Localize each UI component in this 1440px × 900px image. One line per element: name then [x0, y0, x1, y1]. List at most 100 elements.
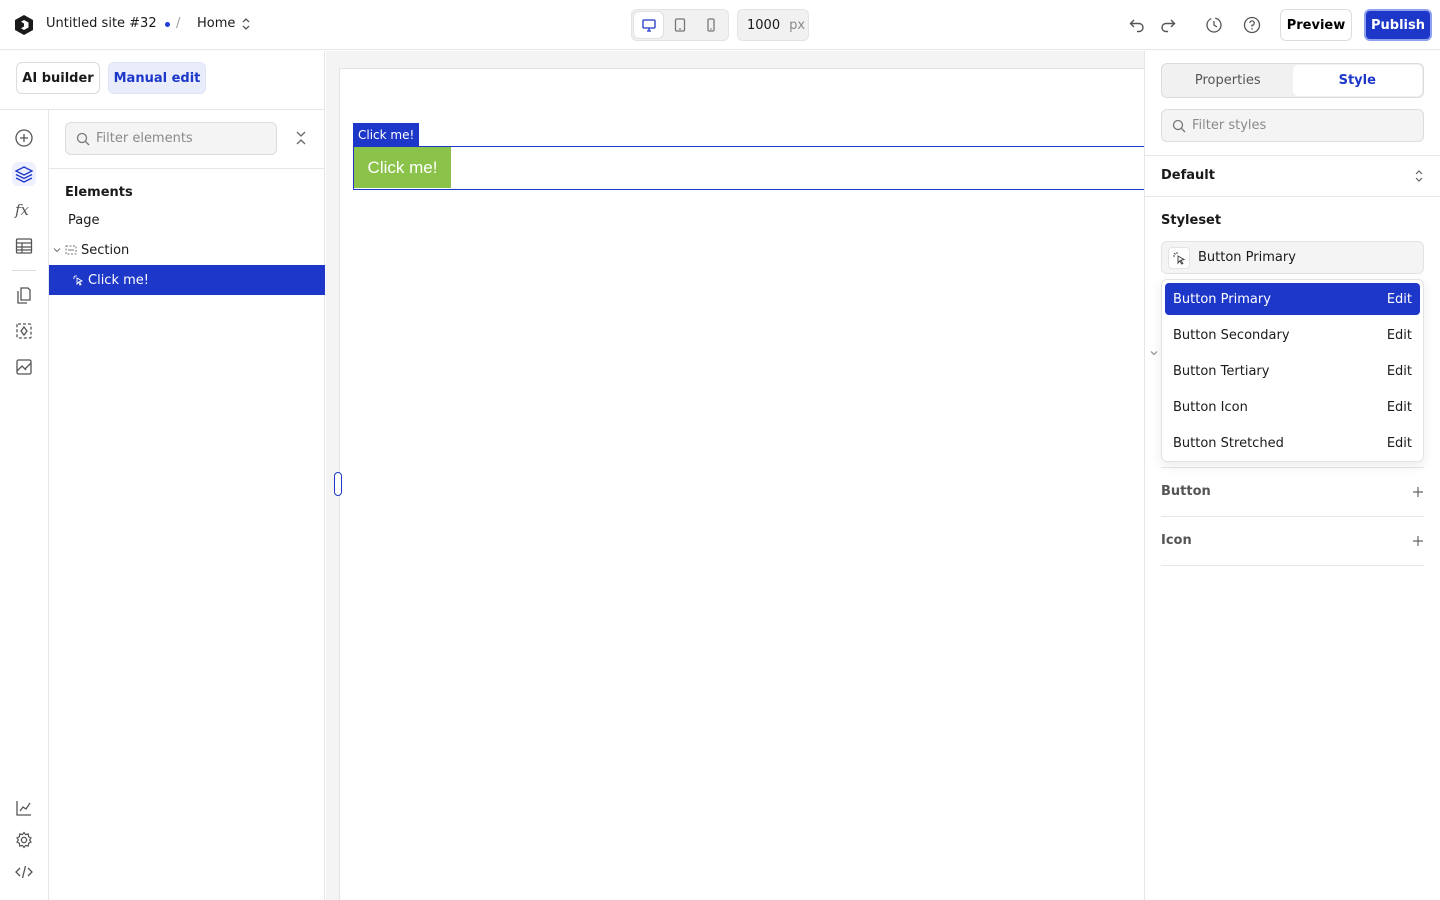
button-element-icon [1168, 246, 1190, 269]
page-name: Home [197, 16, 236, 31]
rail-divider [12, 270, 36, 271]
chevron-down-icon[interactable] [53, 246, 61, 254]
elements-title: Elements [65, 185, 133, 200]
tab-properties[interactable]: Properties [1163, 65, 1293, 96]
device-switcher [631, 9, 729, 41]
selection-label[interactable]: Click me! [353, 123, 420, 146]
option-label: Button Stretched [1173, 435, 1284, 451]
edit-link[interactable]: Edit [1387, 436, 1412, 451]
layers-icon[interactable] [12, 162, 36, 186]
top-bar: Untitled site #32 / Home 1000 px Preview… [0, 0, 1440, 50]
section-divider [1161, 516, 1424, 517]
pages-icon[interactable] [12, 283, 36, 307]
assets-icon[interactable] [12, 355, 36, 379]
tree-item-label: Click me! [88, 272, 149, 288]
state-value: Default [1161, 168, 1215, 183]
section-label: Button [1161, 484, 1211, 499]
edit-link[interactable]: Edit [1387, 364, 1412, 379]
canvas-resize-handle[interactable] [334, 472, 342, 496]
button-element-icon [73, 275, 84, 286]
panel-divider [1145, 155, 1440, 156]
styleset-title: Styleset [1161, 213, 1222, 228]
help-icon[interactable] [1242, 15, 1262, 35]
edit-link[interactable]: Edit [1387, 292, 1412, 307]
svg-text:fx: fx [14, 201, 30, 219]
undo-icon[interactable] [1127, 15, 1147, 35]
canvas-width-input[interactable]: 1000 px [737, 9, 809, 41]
styleset-option[interactable]: Button Icon Edit [1165, 391, 1420, 423]
state-selector[interactable]: Default [1161, 168, 1424, 183]
tablet-icon[interactable] [665, 12, 694, 38]
canvas-button[interactable]: Click me! [354, 147, 451, 188]
preview-button[interactable]: Preview [1280, 9, 1352, 41]
tree-item-label: Section [81, 242, 130, 258]
canvas-width-value: 1000 [747, 17, 781, 33]
option-label: Button Primary [1173, 291, 1271, 307]
tree-item-label: Page [68, 212, 100, 228]
filter-elements-input[interactable]: Filter elements [65, 122, 277, 155]
mode-switcher: AI builder Manual edit [0, 51, 325, 110]
chevron-updown-icon [1415, 169, 1423, 182]
option-label: Button Tertiary [1173, 363, 1270, 379]
unsaved-dot-icon [165, 22, 170, 27]
section-label: Icon [1161, 533, 1192, 548]
styleset-option[interactable]: Button Tertiary Edit [1165, 355, 1420, 387]
option-label: Button Secondary [1173, 327, 1290, 343]
tree-item-page[interactable]: Page [49, 205, 325, 235]
filter-styles-placeholder: Filter styles [1192, 118, 1267, 133]
filter-styles-input[interactable]: Filter styles [1161, 109, 1424, 142]
style-panel: Properties Style Filter styles Default S… [1144, 51, 1440, 900]
chevron-updown-icon [242, 17, 250, 30]
section-icon [65, 245, 77, 255]
code-icon[interactable] [12, 860, 36, 884]
option-label: Button Icon [1173, 399, 1248, 415]
panel-divider [1145, 196, 1440, 197]
edit-link[interactable]: Edit [1387, 400, 1412, 415]
search-icon [1172, 119, 1186, 132]
icon-section-header[interactable]: Icon [1161, 533, 1424, 548]
search-icon [76, 132, 90, 145]
canvas-page[interactable] [339, 68, 1144, 900]
tree-item-click-me[interactable]: Click me! [49, 265, 325, 295]
mobile-icon[interactable] [697, 12, 726, 38]
section-divider [1161, 565, 1424, 566]
styleset-select[interactable]: Button Primary [1161, 241, 1424, 274]
styleset-value: Button Primary [1198, 250, 1296, 265]
left-icon-rail: fx [0, 110, 49, 900]
breadcrumb-separator: / [176, 16, 181, 31]
desktop-icon[interactable] [634, 12, 664, 38]
logo-icon[interactable] [13, 14, 35, 36]
styleset-option[interactable]: Button Stretched Edit [1165, 427, 1420, 459]
panel-tabs: Properties Style [1161, 63, 1424, 98]
filter-elements-placeholder: Filter elements [96, 131, 193, 146]
canvas-width-unit: px [789, 17, 806, 33]
analytics-icon[interactable] [12, 796, 36, 820]
publish-button[interactable]: Publish [1364, 9, 1432, 41]
redo-icon[interactable] [1158, 15, 1178, 35]
plus-icon[interactable] [1412, 486, 1424, 498]
page-selector[interactable]: Home [197, 16, 251, 31]
add-icon[interactable] [12, 126, 36, 150]
elements-panel: Filter elements Elements Page Section Cl… [49, 110, 325, 900]
ai-builder-button[interactable]: AI builder [16, 62, 100, 94]
styleset-dropdown: Button Primary Edit Button Secondary Edi… [1161, 279, 1424, 462]
components-icon[interactable] [12, 319, 36, 343]
site-name[interactable]: Untitled site #32 [46, 16, 157, 31]
button-section-header[interactable]: Button [1161, 484, 1424, 499]
chevron-down-icon [1149, 348, 1159, 358]
selection-outline [353, 146, 1144, 190]
panel-divider [49, 168, 325, 169]
formula-icon[interactable]: fx [12, 198, 36, 222]
styleset-option[interactable]: Button Secondary Edit [1165, 319, 1420, 351]
history-icon[interactable] [1204, 15, 1224, 35]
styleset-option[interactable]: Button Primary Edit [1165, 283, 1420, 315]
manual-edit-button[interactable]: Manual edit [108, 62, 206, 94]
collapse-all-icon[interactable] [293, 130, 309, 146]
settings-icon[interactable] [12, 828, 36, 852]
edit-link[interactable]: Edit [1387, 328, 1412, 343]
tree-item-section[interactable]: Section [49, 235, 325, 265]
plus-icon[interactable] [1412, 535, 1424, 547]
section-divider [1161, 467, 1424, 468]
tab-style[interactable]: Style [1292, 65, 1422, 96]
table-icon[interactable] [12, 234, 36, 258]
